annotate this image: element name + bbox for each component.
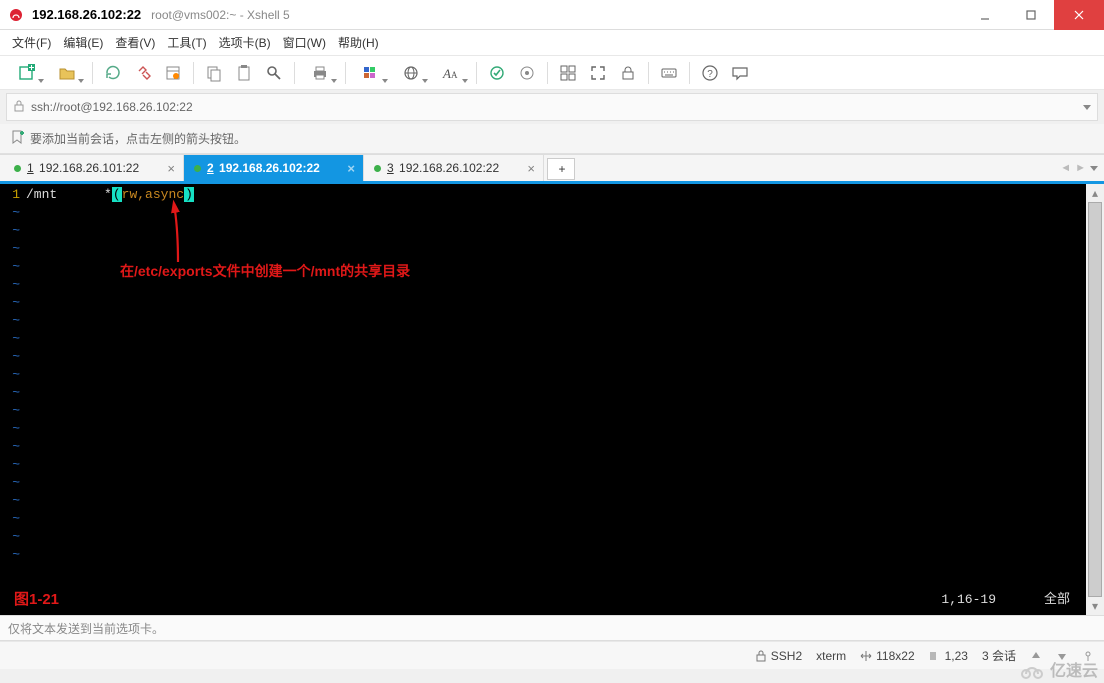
tab-nav: ◄ ► (1060, 155, 1104, 181)
status-dot-icon (194, 165, 201, 172)
menu-window[interactable]: 窗口(W) (283, 34, 326, 51)
menu-edit[interactable]: 编辑(E) (63, 34, 103, 51)
exports-path: /mnt (26, 187, 57, 202)
scrollbar-thumb[interactable] (1088, 202, 1102, 597)
session-tab-2[interactable]: 2 192.168.26.102:22 × (184, 155, 364, 181)
status-sessions: 3 会话 (982, 647, 1016, 664)
cursor-position: 1,16-19 (941, 591, 996, 609)
hint-bar: 要添加当前会话，点击左侧的箭头按钮。 (0, 124, 1104, 154)
svg-text:?: ? (707, 69, 713, 80)
line-number: 1 (4, 186, 26, 204)
tab-prev-icon[interactable]: ◄ (1060, 162, 1071, 174)
properties-button[interactable] (159, 59, 187, 87)
window-subtitle: root@vms002:~ - Xshell 5 (151, 8, 290, 22)
title-bar: 192.168.26.102:22 root@vms002:~ - Xshell… (0, 0, 1104, 30)
tab-close-icon[interactable]: × (167, 161, 175, 176)
bookmark-add-icon[interactable] (10, 130, 24, 147)
xagent-button[interactable] (483, 59, 511, 87)
menu-tools[interactable]: 工具(T) (167, 34, 206, 51)
address-text: ssh://root@192.168.26.102:22 (31, 100, 193, 114)
window-title: 192.168.26.102:22 (32, 7, 141, 22)
encoding-button[interactable] (392, 59, 430, 87)
scroll-all-label: 全部 (1044, 591, 1070, 609)
svg-text:A: A (451, 70, 458, 80)
status-connection: SSH2 (755, 649, 802, 663)
tab-label: 192.168.26.102:22 (219, 161, 320, 175)
figure-label: 图1-21 (14, 591, 59, 609)
status-size: 118x22 (860, 649, 914, 663)
tile-button[interactable] (554, 59, 582, 87)
session-tab-1[interactable]: 1 192.168.26.101:22 × (4, 155, 184, 181)
terminal[interactable]: 1 /mnt *(rw,async) ~ ~ ~ ~ ~ ~ ~ ~ ~ ~ ~… (0, 184, 1086, 615)
menu-help[interactable]: 帮助(H) (338, 34, 379, 51)
svg-text:A: A (442, 66, 451, 81)
paste-button[interactable] (230, 59, 258, 87)
hint-text: 要添加当前会话，点击左侧的箭头按钮。 (30, 130, 246, 147)
status-dot-icon (374, 165, 381, 172)
address-bar[interactable]: ssh://root@192.168.26.102:22 (6, 93, 1098, 121)
scroll-down-icon[interactable]: ▾ (1086, 597, 1104, 615)
status-cursor: 1,23 (929, 649, 968, 663)
new-session-button[interactable] (8, 59, 46, 87)
scroll-up-icon[interactable]: ▴ (1086, 184, 1104, 202)
app-icon (8, 7, 24, 23)
help-button[interactable]: ? (696, 59, 724, 87)
menu-view[interactable]: 查看(V) (115, 34, 155, 51)
copy-button[interactable] (200, 59, 228, 87)
address-dropdown-icon[interactable] (1083, 105, 1091, 110)
session-tabs: 1 192.168.26.101:22 × 2 192.168.26.102:2… (0, 154, 1104, 184)
watermark-text: 亿速云 (1050, 657, 1098, 681)
open-session-button[interactable] (48, 59, 86, 87)
tab-number: 1 (27, 161, 34, 175)
compose-input[interactable]: 仅将文本发送到当前选项卡。 (0, 615, 1104, 641)
reconnect-button[interactable] (99, 59, 127, 87)
session-tab-3[interactable]: 3 192.168.26.102:22 × (364, 155, 544, 181)
terminal-wrap: 1 /mnt *(rw,async) ~ ~ ~ ~ ~ ~ ~ ~ ~ ~ ~… (0, 184, 1104, 615)
tab-number: 3 (387, 161, 394, 175)
color-scheme-button[interactable] (352, 59, 390, 87)
annotation-text: 在/etc/exports文件中创建一个/mnt的共享目录 (120, 262, 410, 280)
font-button[interactable]: AA (432, 59, 470, 87)
menu-bar: 文件(F) 编辑(E) 查看(V) 工具(T) 选项卡(B) 窗口(W) 帮助(… (0, 30, 1104, 56)
find-button[interactable] (260, 59, 288, 87)
menu-file[interactable]: 文件(F) (12, 34, 51, 51)
fullscreen-button[interactable] (584, 59, 612, 87)
minimize-button[interactable] (962, 0, 1008, 30)
compose-placeholder: 仅将文本发送到当前选项卡。 (8, 620, 164, 637)
paren-open: ( (112, 187, 122, 202)
print-button[interactable] (301, 59, 339, 87)
xftp-button[interactable] (513, 59, 541, 87)
status-bar: SSH2 xterm 118x22 1,23 3 会话 (0, 641, 1104, 669)
annotation-arrow-icon (160, 198, 200, 268)
terminal-scrollbar[interactable]: ▴ ▾ (1086, 184, 1104, 615)
lock-icon (13, 100, 25, 115)
tab-label: 192.168.26.102:22 (399, 161, 499, 175)
add-tab-button[interactable]: + (547, 158, 575, 180)
tab-list-dropdown-icon[interactable] (1090, 166, 1098, 171)
menu-tabs[interactable]: 选项卡(B) (219, 34, 271, 51)
status-dot-icon (14, 165, 21, 172)
tab-close-icon[interactable]: × (347, 161, 355, 176)
watermark: 亿速云 (1018, 657, 1098, 681)
close-button[interactable] (1054, 0, 1104, 30)
tab-number: 2 (207, 161, 214, 175)
keyboard-button[interactable] (655, 59, 683, 87)
lock-button[interactable] (614, 59, 642, 87)
tab-next-icon[interactable]: ► (1075, 162, 1086, 174)
maximize-button[interactable] (1008, 0, 1054, 30)
toolbar: AA ? (0, 56, 1104, 90)
tab-close-icon[interactable]: × (527, 161, 535, 176)
status-termtype: xterm (816, 649, 846, 663)
tab-label: 192.168.26.101:22 (39, 161, 139, 175)
feedback-button[interactable] (726, 59, 754, 87)
disconnect-button[interactable] (129, 59, 157, 87)
